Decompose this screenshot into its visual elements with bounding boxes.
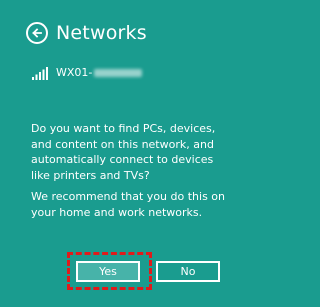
- sharing-question: Do you want to find PCs, devices, and co…: [31, 122, 216, 182]
- wifi-signal-icon: [32, 66, 48, 80]
- yes-button[interactable]: Yes: [76, 261, 140, 282]
- back-arrow-circle-icon[interactable]: [26, 22, 48, 44]
- redacted-ssid: [94, 69, 143, 77]
- networks-panel: { "header": { "title": "Networks", "back…: [0, 0, 265, 307]
- panel-header: Networks: [26, 22, 147, 44]
- back-arrow-glyph: [32, 28, 42, 38]
- recommendation-text: We recommend that you do this on your ho…: [31, 190, 225, 219]
- no-button[interactable]: No: [156, 261, 220, 282]
- network-item: WX01-: [32, 66, 143, 80]
- page-title: Networks: [56, 22, 147, 44]
- network-ssid: WX01-: [56, 66, 93, 79]
